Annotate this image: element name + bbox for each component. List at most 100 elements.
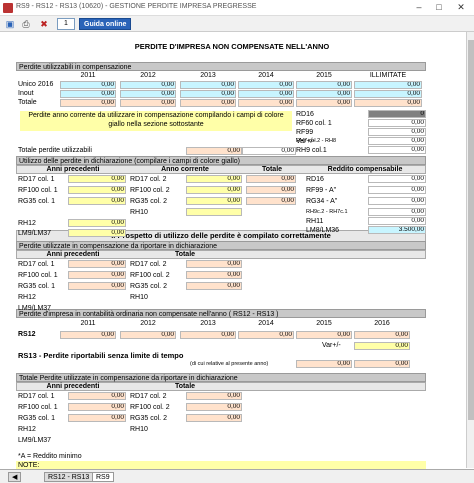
mid-field[interactable]: 0,00 xyxy=(186,175,242,183)
right-field: 0,00 xyxy=(368,119,426,127)
mid-field[interactable]: 0,00 xyxy=(186,186,242,194)
left-label: RF100 col. 1 xyxy=(18,404,58,411)
amount-field: 0,00 xyxy=(296,99,352,107)
left-field[interactable]: 0,00 xyxy=(68,229,126,237)
rs12-field: 0,00 xyxy=(296,331,352,339)
col-title: Anni precedenti xyxy=(46,251,100,258)
rs12-field: 0,00 xyxy=(180,331,236,339)
right-field: 0,00 xyxy=(186,271,242,279)
red-field: 0,00 xyxy=(368,175,426,183)
rs12-field: 0,00 xyxy=(238,331,294,339)
right-label: RF99 xyxy=(296,129,314,136)
amount-field[interactable]: 0,00 xyxy=(354,81,422,89)
maximize-icon[interactable]: □ xyxy=(432,1,446,14)
amount-field[interactable]: 0,00 xyxy=(354,90,422,98)
red-field: 3.500,00 xyxy=(368,226,426,234)
left-field[interactable]: 0,00 xyxy=(68,175,126,183)
notes-label: NOTE: xyxy=(16,461,426,469)
left-label: RH12 xyxy=(18,294,36,301)
row-label: Inout xyxy=(18,90,34,97)
year-header: 2012 xyxy=(140,320,156,327)
left-field: 0,00 xyxy=(68,271,126,279)
sec5-header: Totale Perdite utilizzate in compensazio… xyxy=(16,373,426,382)
mid-field[interactable] xyxy=(186,208,242,216)
amount-field[interactable]: 0,00 xyxy=(238,81,294,89)
varpm-label: Var+/- xyxy=(322,342,341,349)
amount-field[interactable]: 0,00 xyxy=(296,90,352,98)
print-icon[interactable]: ⎙ xyxy=(20,18,32,30)
sec1-header: Perdite utilizzabili in compensazione xyxy=(16,62,426,71)
rs12-field: 0,00 xyxy=(120,331,176,339)
year-header: ILLIMITATE xyxy=(369,72,407,79)
totale-label: Totale perdite utilizzabili xyxy=(18,147,92,154)
minimize-icon[interactable]: – xyxy=(412,1,426,14)
amount-field[interactable]: 0,00 xyxy=(120,90,176,98)
save-icon[interactable]: ▣ xyxy=(4,18,16,30)
amount-field[interactable]: 0,00 xyxy=(296,81,352,89)
right-field: 0,00 xyxy=(368,146,426,154)
page-title: PERDITE D'IMPRESA NON COMPENSATE NELL'AN… xyxy=(134,42,330,51)
varpm-field[interactable]: 0,00 xyxy=(354,342,410,350)
mid-label: RH10 xyxy=(130,209,148,216)
tab-rs9[interactable]: RS9 xyxy=(92,472,114,482)
toolbar: ▣ ⎙ ✖ 1 Guida online xyxy=(0,16,474,32)
right-label: RF60 col. 1 xyxy=(296,120,332,127)
mid-field[interactable]: 0,00 xyxy=(186,197,242,205)
delete-icon[interactable]: ✖ xyxy=(38,18,50,30)
page-number-field[interactable]: 1 xyxy=(57,18,75,30)
red-field: 0,00 xyxy=(368,186,426,194)
close-icon[interactable]: ✕ xyxy=(454,1,468,14)
amount-field[interactable]: 0,00 xyxy=(180,90,236,98)
left-field[interactable]: 0,00 xyxy=(68,219,126,227)
red-label: RH9c.2 - RH7c.1 xyxy=(306,209,348,215)
left-field[interactable]: 0,00 xyxy=(68,197,126,205)
info-note: Perdite anno corrente da utilizzare in c… xyxy=(20,111,292,131)
tot-field: 0,00 xyxy=(246,186,296,194)
vertical-scrollbar[interactable] xyxy=(466,32,474,468)
left-label: RG35 col. 1 xyxy=(18,198,55,205)
left-label: LM9/LM37 xyxy=(18,305,52,312)
nav-first-icon[interactable]: ◀ xyxy=(8,472,22,482)
scrollbar-thumb[interactable] xyxy=(468,40,474,420)
col-title: Reddito compensabile xyxy=(327,166,403,173)
amount-field[interactable]: 0,00 xyxy=(120,81,176,89)
col-title: Anni precedenti xyxy=(46,166,100,173)
totale-field: 0,00 xyxy=(242,147,296,155)
amount-field[interactable]: 0,00 xyxy=(60,81,116,89)
tot-field: 0,00 xyxy=(246,175,296,183)
right-field: 0,00 xyxy=(368,128,426,136)
left-field: 0,00 xyxy=(68,403,126,411)
amount-field[interactable]: 0,00 xyxy=(238,90,294,98)
left-label: LM9/LM37 xyxy=(18,230,52,237)
amount-field[interactable]: 0,00 xyxy=(180,81,236,89)
title-bar: RS9 - RS12 - RS13 (10620) - GESTIONE PER… xyxy=(0,0,474,16)
right-field: 0,00 xyxy=(186,403,242,411)
red-field: 0,00 xyxy=(368,197,426,205)
col-title: Anni precedenti xyxy=(46,383,100,390)
left-field: 0,00 xyxy=(68,414,126,422)
year-header: 2011 xyxy=(80,320,96,327)
app-icon xyxy=(3,3,13,13)
left-field: 0,00 xyxy=(68,260,126,268)
year-header: 2014 xyxy=(258,320,274,327)
left-field[interactable]: 0,00 xyxy=(68,186,126,194)
red-label: RF99 - A" xyxy=(306,187,337,194)
right-field: 0,00 xyxy=(368,137,426,145)
mid-label: RF100 col. 2 xyxy=(130,187,170,194)
left-label: RD17 col. 1 xyxy=(18,393,55,400)
right-label: RF100 col. 2 xyxy=(130,404,170,411)
varpm-label: Var+/- xyxy=(296,138,315,145)
red-label: RD16 xyxy=(306,176,324,183)
guida-online-button[interactable]: Guida online xyxy=(79,18,132,30)
tab-rs12-rs13[interactable]: RS12 - RS13 xyxy=(44,472,94,482)
amount-field: 0,00 xyxy=(120,99,176,107)
left-label: RD17 col. 1 xyxy=(18,261,55,268)
row-label: Totale xyxy=(18,99,37,106)
mid-label: RD17 col. 2 xyxy=(130,176,167,183)
amount-field[interactable]: 0,00 xyxy=(60,90,116,98)
right-field: 0,00 xyxy=(186,282,242,290)
right-field: 0,00 xyxy=(186,392,242,400)
col-title: Totale xyxy=(174,383,196,390)
left-field: 0,00 xyxy=(68,392,126,400)
amount-field: 0,00 xyxy=(180,99,236,107)
